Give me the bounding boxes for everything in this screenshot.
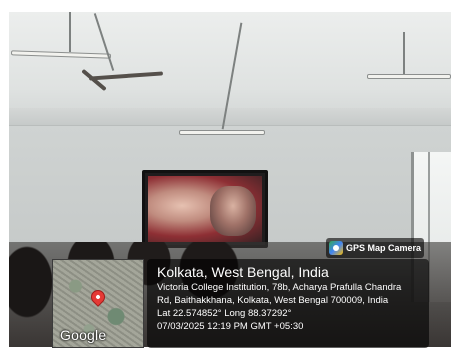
location-pin-icon bbox=[88, 287, 108, 307]
datetime: 07/03/2025 12:19 PM GMT +05:30 bbox=[157, 321, 304, 332]
tube-light-rod-right bbox=[403, 32, 405, 74]
tv-screen bbox=[148, 176, 262, 242]
tube-light-middle bbox=[179, 130, 265, 135]
location-info-panel: Kolkata, West Bengal, India Victoria Col… bbox=[147, 259, 429, 348]
location-title: Kolkata, West Bengal, India bbox=[157, 264, 329, 280]
map-thumbnail: Google bbox=[52, 259, 144, 348]
coordinates: Lat 22.574852° Long 88.37292° bbox=[157, 308, 292, 319]
address-line-1: Victoria College Institution, 78b, Achar… bbox=[157, 282, 402, 293]
ceiling-beam bbox=[9, 108, 451, 126]
television bbox=[142, 170, 268, 248]
tube-light-rod-left bbox=[69, 12, 71, 52]
gps-map-camera-badge: GPS Map Camera bbox=[326, 238, 424, 258]
tube-light-right bbox=[367, 74, 451, 79]
ceiling bbox=[9, 12, 451, 122]
gps-map-camera-icon bbox=[329, 241, 343, 255]
address-line-2: Rd, Baithakkhana, Kolkata, West Bengal 7… bbox=[157, 295, 389, 306]
google-logo: Google bbox=[60, 327, 107, 343]
badge-label: GPS Map Camera bbox=[346, 243, 422, 253]
